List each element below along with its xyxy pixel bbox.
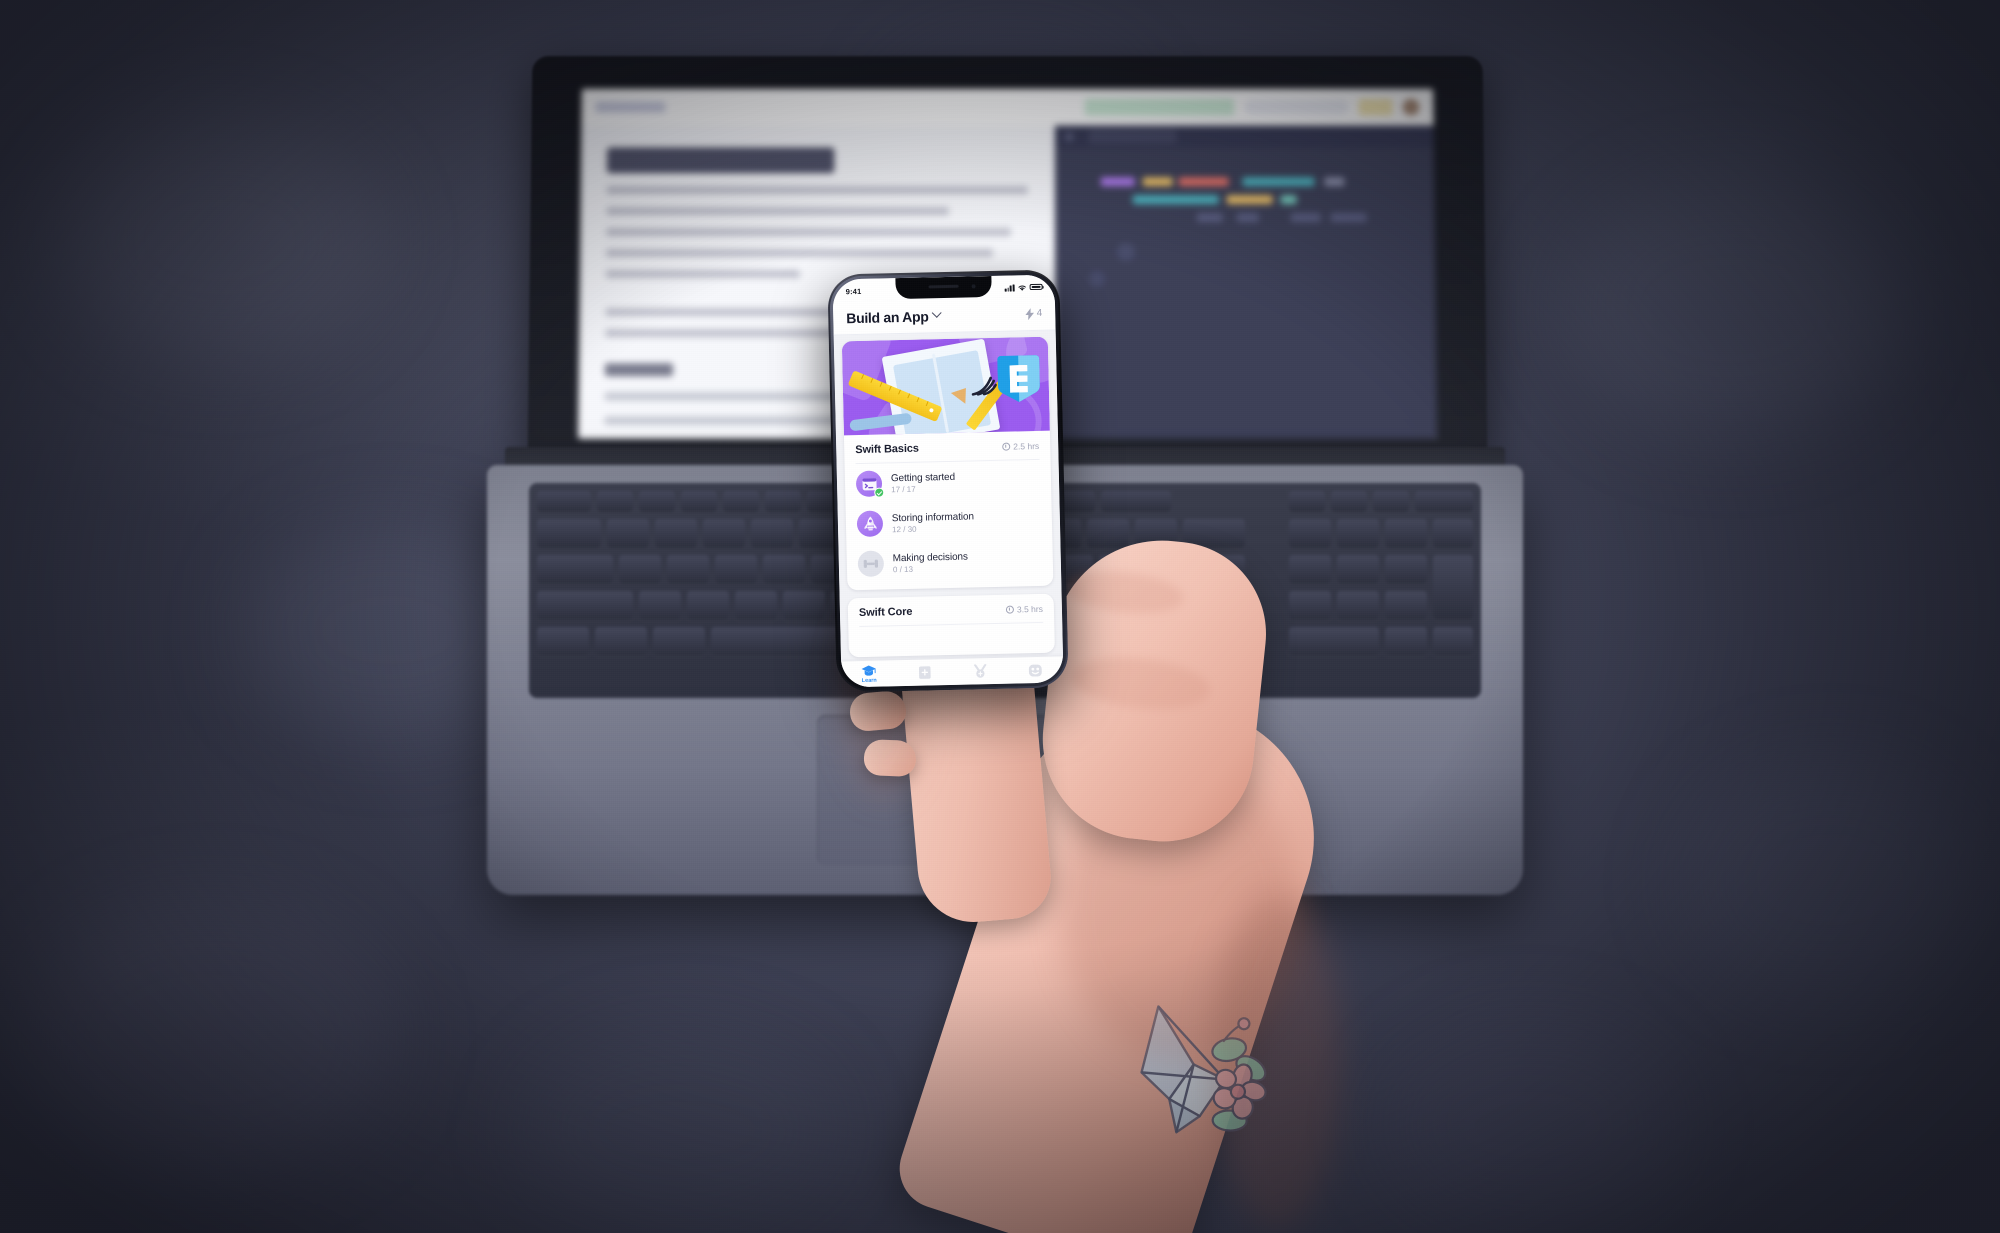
photo-scene: 9:41 <box>0 0 2000 1233</box>
photo-vignette <box>0 0 2000 1233</box>
